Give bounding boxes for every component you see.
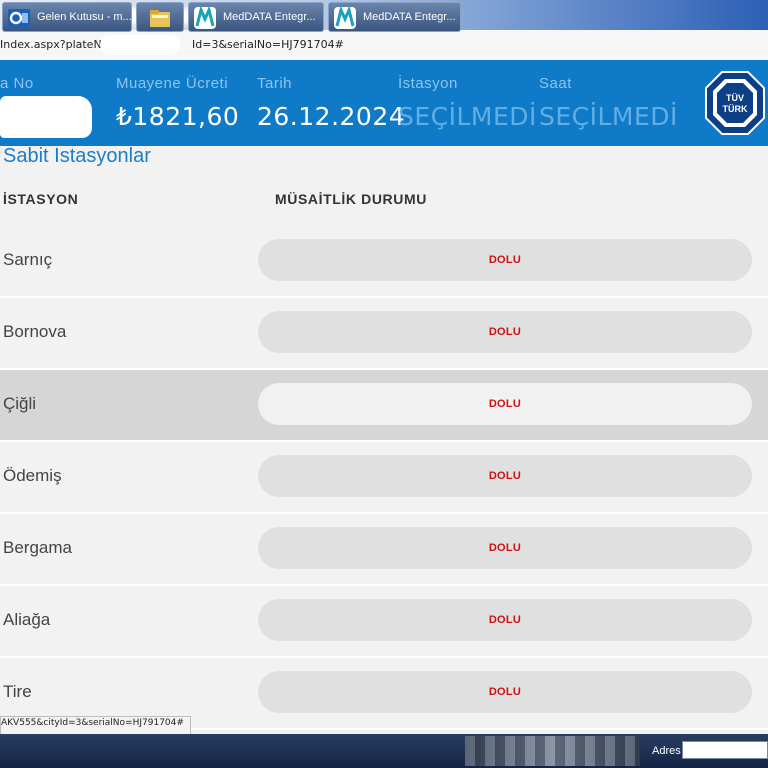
time-label: Saat: [539, 75, 572, 92]
station-name: Aliağa: [3, 610, 51, 629]
address-bar[interactable]: Index.aspx?plateN Id=3&serialNo=HJ791704…: [0, 30, 768, 61]
availability-status: DOLU: [488, 614, 522, 626]
taskbar-item-meddata-1[interactable]: MedDATA Entegr...: [188, 2, 324, 32]
fee-label: Muayene Ücreti: [116, 75, 229, 92]
taskbar-item-label: Gelen Kutusu - m...: [37, 11, 132, 23]
availability-status: DOLU: [488, 398, 522, 410]
logo-text-top: TÜV: [726, 93, 744, 103]
availability-button[interactable]: DOLU: [258, 455, 752, 497]
address-url-end: Id=3&serialNo=HJ791704#: [192, 38, 344, 51]
table-row[interactable]: Çiğli DOLU: [0, 370, 768, 442]
fee-value: ₺1821,60: [116, 102, 240, 131]
station-name: Bornova: [3, 322, 67, 341]
station-name: Sarnıç: [3, 250, 53, 269]
date-label: Tarih: [257, 75, 293, 92]
plate-redaction: [0, 96, 92, 138]
address-toolbar-label: Adres: [652, 745, 681, 757]
status-bar-link-preview: AKV555&cityId=3&serialNo=HJ791704#: [0, 716, 191, 736]
taskbar-item-meddata-2[interactable]: MedDATA Entegr...: [328, 2, 461, 32]
taskbar-item-outlook[interactable]: Gelen Kutusu - m...: [2, 2, 132, 32]
taskbar-item-label: MedDATA Entegr...: [363, 11, 456, 23]
availability-button[interactable]: DOLU: [258, 671, 752, 713]
column-header-station: İSTASYON: [3, 191, 79, 207]
table-row[interactable]: Aliağa DOLU: [0, 586, 768, 658]
date-value: 26.12.2024: [257, 102, 406, 131]
meddata-app-icon: [334, 6, 356, 29]
taskbar-background-pattern: [465, 736, 640, 766]
station-name: Çiğli: [3, 394, 37, 413]
table-row[interactable]: Bergama DOLU: [0, 514, 768, 586]
outlook-icon: [8, 9, 30, 27]
taskbar-item-folder[interactable]: [136, 2, 184, 32]
taskbar-item-label: MedDATA Entegr...: [223, 11, 316, 23]
date-column: Tarih 26.12.2024: [257, 60, 405, 146]
availability-status: DOLU: [488, 542, 522, 554]
table-row[interactable]: Sarnıç DOLU: [0, 226, 768, 298]
table-row[interactable]: Ödemiş DOLU: [0, 442, 768, 514]
plate-column: a No: [0, 60, 110, 146]
table-row[interactable]: Bornova DOLU: [0, 298, 768, 370]
meddata-app-icon: [194, 6, 216, 29]
station-value: SEÇİLMEDİ: [398, 102, 537, 131]
station-name: Tire: [3, 682, 32, 701]
availability-status: DOLU: [488, 470, 522, 482]
url-redaction: [100, 35, 180, 55]
folder-icon: [150, 10, 170, 27]
station-name: Bergama: [3, 538, 72, 557]
column-header-status: MÜSAİTLİK DURUMU: [275, 191, 427, 207]
time-value: SEÇİLMEDİ: [539, 102, 678, 131]
availability-button[interactable]: DOLU: [258, 383, 752, 425]
logo-text-bottom: TÜRK: [723, 104, 748, 114]
address-toolbar-input[interactable]: [682, 741, 768, 759]
availability-button[interactable]: DOLU: [258, 311, 752, 353]
availability-status: DOLU: [488, 326, 522, 338]
tuv-turk-logo-icon: TÜV TÜRK: [705, 71, 765, 135]
availability-status: DOLU: [488, 686, 522, 698]
station-name: Ödemiş: [3, 466, 62, 485]
availability-button[interactable]: DOLU: [258, 239, 752, 281]
inspection-summary-header: a No Muayene Ücreti ₺1821,60 Tarih 26.12…: [0, 60, 768, 146]
fee-column: Muayene Ücreti ₺1821,60: [116, 60, 256, 146]
address-url-start: Index.aspx?plateN: [0, 38, 102, 51]
plate-label: a No: [0, 75, 34, 92]
time-column: Saat SEÇİLMEDİ: [539, 60, 689, 146]
availability-button[interactable]: DOLU: [258, 527, 752, 569]
station-column: İstasyon SEÇİLMEDİ: [398, 60, 538, 146]
station-label: İstasyon: [398, 75, 458, 92]
availability-status: DOLU: [488, 254, 522, 266]
table-header: İSTASYON MÜSAİTLİK DURUMU: [0, 170, 768, 227]
section-title: Sabit İstasyonlar: [3, 145, 151, 167]
availability-button[interactable]: DOLU: [258, 599, 752, 641]
